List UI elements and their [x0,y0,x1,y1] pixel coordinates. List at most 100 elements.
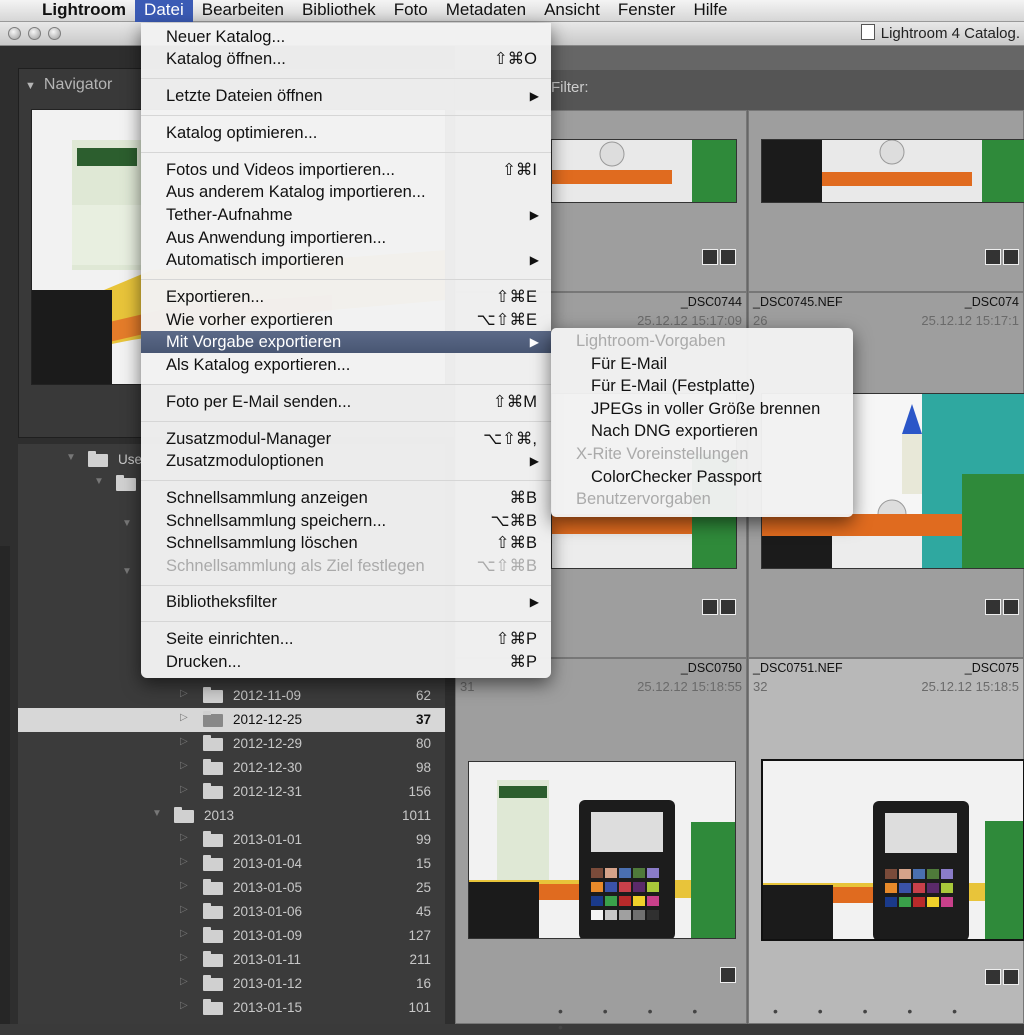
photo-thumbnail[interactable] [468,761,736,939]
menu-foto[interactable]: Foto [385,0,437,22]
submenu-item-colorchecker-passport[interactable]: ColorChecker Passport [591,468,762,487]
disclosure-triangle-icon[interactable]: ▷ [180,904,188,915]
file-name: _DSC0745.NEF [753,295,843,309]
menu-item-zusatzmodul-manager[interactable]: Zusatzmodul-Manager ⌥⇧⌘, [141,428,551,450]
folder-row[interactable]: ▷ 2012-11-09 62 [18,684,445,708]
disclosure-triangle-icon[interactable]: ▷ [180,784,188,795]
submenu-item-nach-dng-exportieren[interactable]: Nach DNG exportieren [591,422,758,441]
disclosure-triangle-icon[interactable]: ▷ [180,760,188,771]
menu-item-aus-anwendung-importieren[interactable]: Aus Anwendung importieren... [141,227,551,249]
photo-thumbnail[interactable] [551,139,737,203]
folder-icon [88,451,108,467]
disclosure-triangle-icon[interactable]: ▼ [152,808,162,819]
folder-row[interactable]: ▷ 2013-01-11 211 [18,948,445,972]
submenu-arrow-icon: ▶ [529,253,539,267]
menu-item-aus-katalog-importieren[interactable]: Aus anderem Katalog importieren... [141,181,551,203]
menu-item-foto-per-email[interactable]: Foto per E-Mail senden... ⇧⌘M [141,391,551,413]
menu-item-fotos-importieren[interactable]: Fotos und Videos importieren... ⇧⌘I [141,159,551,181]
disclosure-triangle-icon[interactable]: ▷ [180,928,188,939]
rating-dots[interactable]: • • • • • [773,1003,975,1019]
zoom-window-button[interactable] [48,27,61,40]
folder-row[interactable]: ▷ 2013-01-09 127 [18,924,445,948]
menu-item-katalog-oeffnen[interactable]: Katalog öffnen... ⇧⌘O [141,48,551,70]
disclosure-triangle-icon[interactable]: ▷ [180,976,188,987]
disclosure-triangle-icon[interactable]: ▷ [180,712,188,723]
folder-row[interactable]: ▷ 2013-01-06 45 [18,900,445,924]
left-panel-scrollbar[interactable] [0,546,10,1024]
disclosure-triangle-icon[interactable]: ▷ [180,832,188,843]
folder-row[interactable]: ▷ 2012-12-30 98 [18,756,445,780]
folder-row[interactable]: ▷ 2013-01-05 25 [18,876,445,900]
menu-item-letzte-dateien[interactable]: Letzte Dateien öffnen ▶ [141,85,551,107]
menu-metadaten[interactable]: Metadaten [437,0,535,22]
menu-item-wie-vorher-exportieren[interactable]: Wie vorher exportieren ⌥⇧⌘E [141,309,551,331]
submenu-item-jpegs-brennen[interactable]: JPEGs in voller Größe brennen [591,400,820,419]
menu-item-exportieren[interactable]: Exportieren... ⇧⌘E [141,286,551,308]
menu-bearbeiten[interactable]: Bearbeiten [193,0,293,22]
menu-separator [141,78,551,79]
minimize-window-button[interactable] [28,27,41,40]
menu-separator [141,621,551,622]
cell-index: 26 [753,313,768,328]
grid-cell-selected[interactable]: _DSC0751.NEF _DSC075 32 25.12.12 15:18:5… [748,658,1024,1024]
metadata-badge-icon [702,599,718,615]
menu-bibliothek[interactable]: Bibliothek [293,0,385,22]
edited-badge-icon [1003,599,1019,615]
submenu-item-fuer-email-festplatte[interactable]: Für E-Mail (Festplatte) [591,377,755,396]
menu-item-bibliotheksfilter[interactable]: Bibliotheksfilter ▶ [141,591,551,613]
folder-row-2013[interactable]: ▼ 2013 1011 [18,804,445,828]
photo-thumbnail[interactable] [761,139,1024,203]
disclosure-triangle-icon[interactable]: ▷ [180,880,188,891]
menu-item-schnellsammlung-speichern[interactable]: Schnellsammlung speichern... ⌥⌘B [141,510,551,532]
disclosure-triangle-icon[interactable]: ▷ [180,952,188,963]
menu-ansicht[interactable]: Ansicht [535,0,609,22]
disclosure-triangle-icon[interactable]: ▼ [25,80,36,92]
disclosure-triangle-icon[interactable]: ▼ [122,518,132,529]
folder-icon [203,735,223,751]
menu-item-schnellsammlung-loeschen[interactable]: Schnellsammlung löschen ⇧⌘B [141,532,551,554]
file-name: _DSC0744 [680,295,742,309]
disclosure-triangle-icon[interactable]: ▷ [180,1000,188,1011]
menu-fenster[interactable]: Fenster [609,0,685,22]
disclosure-triangle-icon[interactable]: ▼ [66,452,76,463]
disclosure-triangle-icon[interactable]: ▷ [180,856,188,867]
menu-item-tether-aufnahme[interactable]: Tether-Aufnahme ▶ [141,204,551,226]
menu-item-neuer-katalog[interactable]: Neuer Katalog... [141,26,551,48]
folder-row[interactable]: ▷ 2012-12-29 80 [18,732,445,756]
folder-icon [203,855,223,871]
rating-dots[interactable]: • • • • • [558,1003,746,1035]
disclosure-triangle-icon[interactable]: ▷ [180,736,188,747]
menu-datei[interactable]: Datei [135,0,193,22]
datei-menu: Neuer Katalog... Katalog öffnen... ⇧⌘O Le… [141,23,551,678]
folder-row-selected[interactable]: ▷ 2012-12-25 37 [18,708,445,732]
menu-hilfe[interactable]: Hilfe [684,0,736,22]
folder-row[interactable]: ▷ 2013-01-04 15 [18,852,445,876]
menu-item-katalog-optimieren[interactable]: Katalog optimieren... [141,122,551,144]
menu-item-drucken[interactable]: Drucken... ⌘P [141,651,551,673]
folder-icon [203,975,223,991]
disclosure-triangle-icon[interactable]: ▼ [122,566,132,577]
menu-item-zusatzmoduloptionen[interactable]: Zusatzmoduloptionen ▶ [141,450,551,472]
menu-item-mit-vorgabe-exportieren[interactable]: Mit Vorgabe exportieren ▶ [141,331,551,353]
grid-cell[interactable]: • • • • • [748,110,1024,349]
menu-item-seite-einrichten[interactable]: Seite einrichten... ⇧⌘P [141,628,551,650]
folder-row[interactable]: ▷ 2013-01-12 16 [18,972,445,996]
menu-item-als-katalog-exportieren[interactable]: Als Katalog exportieren... [141,354,551,376]
photo-thumbnail[interactable] [761,759,1024,941]
close-window-button[interactable] [8,27,21,40]
disclosure-triangle-icon[interactable]: ▼ [94,476,104,487]
folder-row[interactable]: ▷ 2012-12-31 156 [18,780,445,804]
menu-separator [141,279,551,280]
window-title: Lightroom 4 Catalog. [860,24,1020,42]
menu-item-schnellsammlung-anzeigen[interactable]: Schnellsammlung anzeigen ⌘B [141,487,551,509]
menu-item-automatisch-importieren[interactable]: Automatisch importieren ▶ [141,249,551,271]
submenu-item-fuer-email[interactable]: Für E-Mail [591,355,667,374]
submenu-arrow-icon: ▶ [529,335,539,349]
grid-cell[interactable]: _DSC0750 31 25.12.12 15:18:55 • • • • • [455,658,747,1035]
folder-row[interactable]: ▷ 2013-01-01 99 [18,828,445,852]
capture-date: 25.12.12 15:18:55 [637,679,742,694]
folder-row[interactable]: ▷ 2013-01-15 101 [18,996,445,1020]
menu-app-lightroom[interactable]: Lightroom [34,0,135,22]
disclosure-triangle-icon[interactable]: ▷ [180,688,188,699]
submenu-arrow-icon: ▶ [529,89,539,103]
